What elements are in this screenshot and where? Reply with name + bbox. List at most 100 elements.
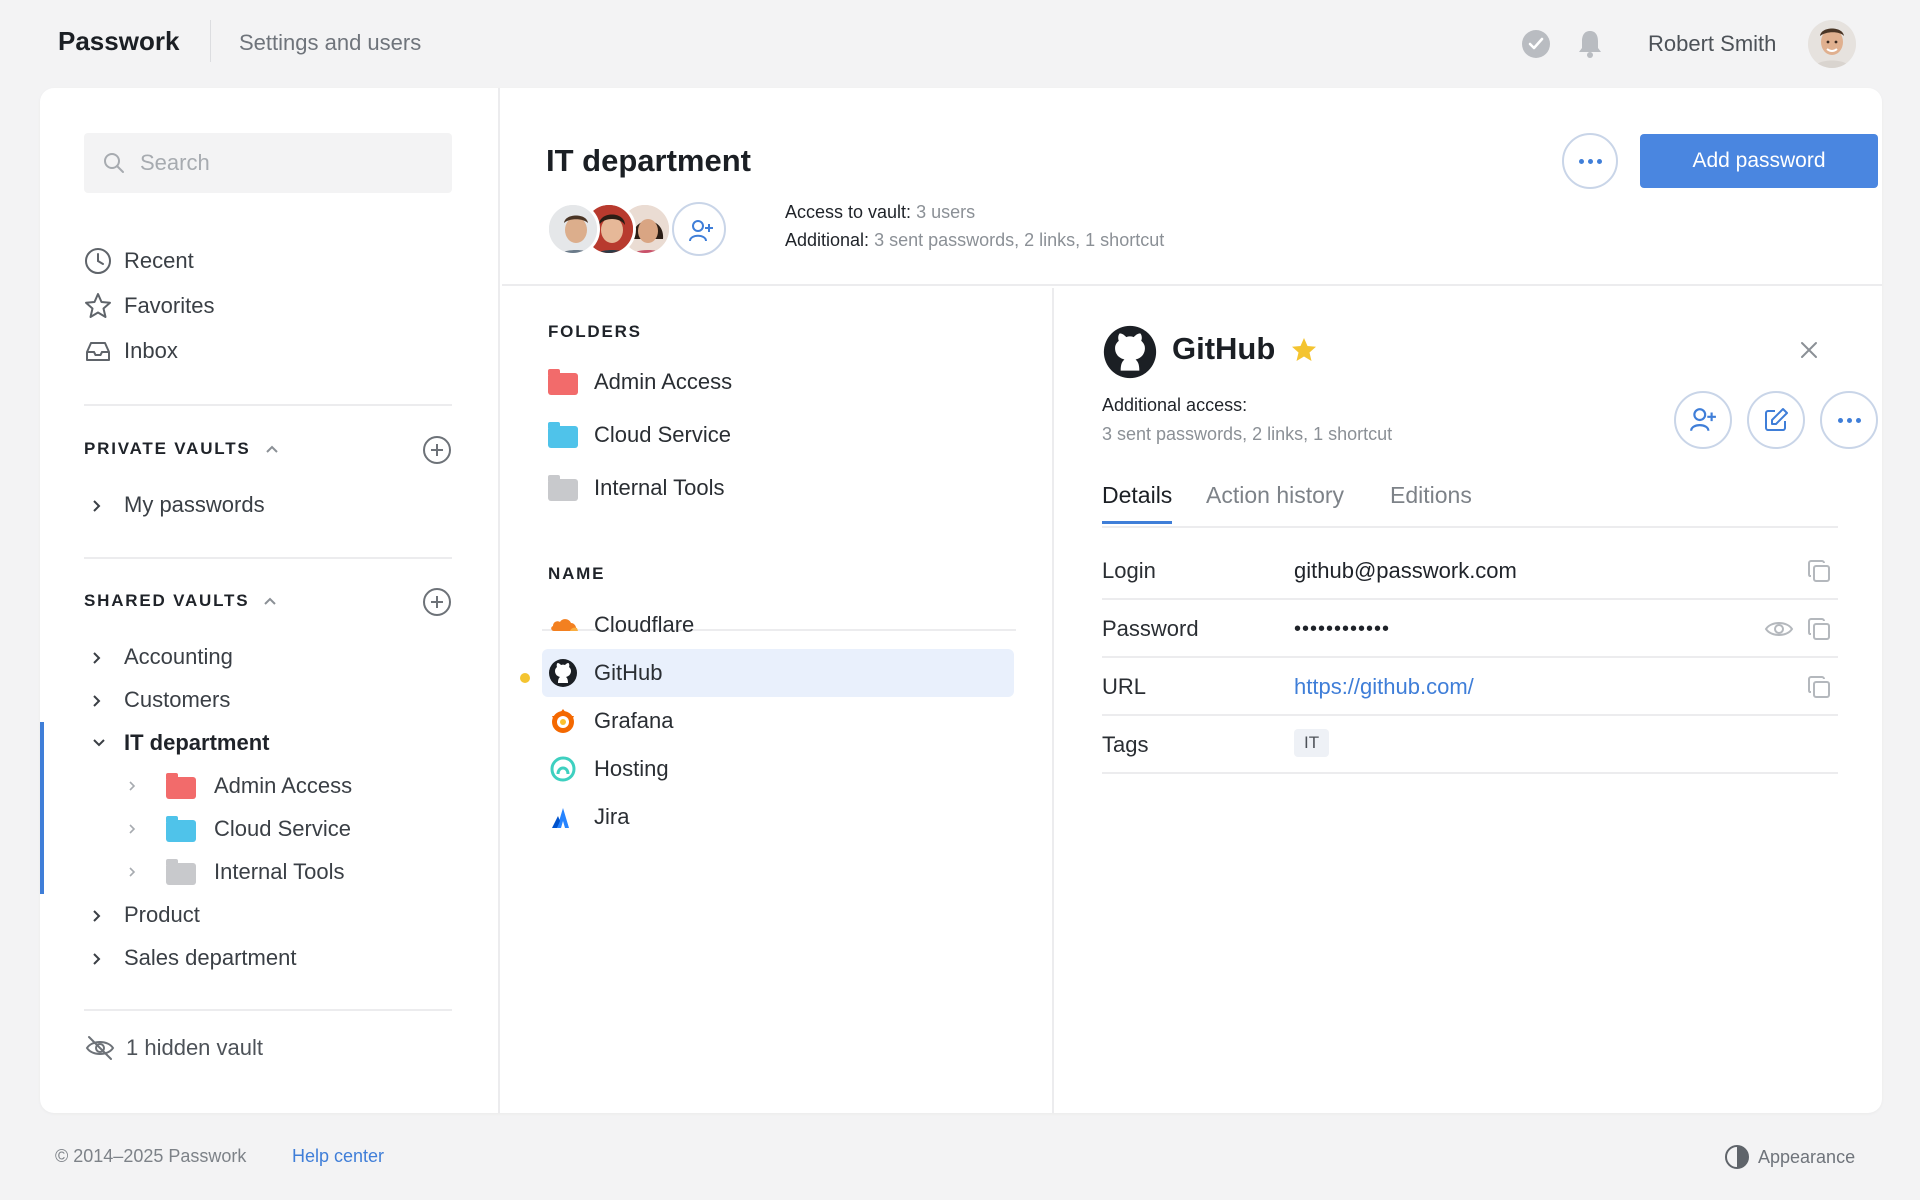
sidebar-divider [84,557,452,559]
appearance-toggle[interactable]: Appearance [1724,1144,1855,1170]
more-dots-icon [1837,417,1861,423]
folder-cloud-service[interactable]: Cloud Service [128,812,428,846]
access-value[interactable]: 3 users [916,202,975,222]
list-item-label: Hosting [594,756,669,781]
share-item-button[interactable] [1674,391,1732,449]
edit-item-button[interactable] [1747,391,1805,449]
list-folder-internal-tools[interactable]: Internal Tools [542,464,1014,512]
chevron-right-icon [93,652,101,664]
folder-icon [166,816,196,842]
vault-accounting[interactable]: Accounting [92,640,392,674]
tab-action-history[interactable]: Action history [1206,482,1344,521]
bell-icon[interactable] [1576,28,1604,60]
tab-details[interactable]: Details [1102,482,1173,524]
nav-favorites[interactable]: Favorites [84,289,214,323]
list-item-jira[interactable]: Jira [542,793,1014,841]
login-label: Login [1102,558,1156,583]
vault-more-button[interactable] [1562,133,1618,189]
search-box[interactable] [84,133,452,193]
vault-sales-department-label: Sales department [124,945,297,970]
add-private-vault-button[interactable] [423,436,451,464]
eye-off-icon [85,1036,115,1060]
nav-inbox[interactable]: Inbox [84,334,178,368]
item-more-button[interactable] [1820,391,1878,449]
vault-customers[interactable]: Customers [92,683,392,717]
list-item-hosting[interactable]: Hosting [542,745,1014,793]
inbox-icon [86,342,110,361]
folder-icon [548,369,578,395]
user-name[interactable]: Robert Smith [1648,31,1776,57]
folder-icon [548,422,578,448]
list-item-label: Jira [594,804,630,829]
copy-icon[interactable] [1806,558,1832,584]
settings-and-users-link[interactable]: Settings and users [239,30,421,56]
brand-logo[interactable]: Passwork [58,26,179,57]
copy-icon[interactable] [1806,616,1832,642]
chevron-right-icon [93,500,101,512]
private-vaults-heading[interactable]: PRIVATE VAULTS [84,439,279,459]
sidebar-divider [84,404,452,406]
vault-header: IT department Access to vault: 3 users A… [502,88,1882,286]
shared-vaults-title: SHARED VAULTS [84,591,250,610]
additional-access-label: Additional access: [1102,395,1248,415]
user-avatar[interactable] [1808,20,1856,68]
folder-icon [548,475,578,501]
chevron-up-icon [265,445,278,453]
avatar[interactable] [546,202,600,256]
vault-sales-department[interactable]: Sales department [92,941,392,975]
list-item-github[interactable]: GitHub [542,649,1014,697]
nav-recent[interactable]: Recent [84,244,194,278]
search-input[interactable] [140,147,430,179]
field-password: Password •••••••••••• [1102,600,1838,658]
vault-product[interactable]: Product [92,898,392,932]
url-link[interactable]: https://github.com/ [1294,674,1474,700]
additional-value[interactable]: 3 sent passwords, 2 links, 1 shortcut [874,230,1164,250]
help-center-link[interactable]: Help center [292,1146,384,1167]
login-value[interactable]: github@passwork.com [1294,558,1517,584]
folders-heading: FOLDERS [548,322,642,341]
list-item-label: Cloudflare [594,612,695,637]
folder-admin-access-label: Admin Access [214,773,353,798]
sidebar: Recent Favorites Inbox PRIVATE VAULTS My… [40,88,500,1113]
password-value[interactable]: •••••••••••• [1294,618,1390,641]
tag-badge[interactable]: IT [1294,729,1330,757]
favorite-dot-indicator [520,673,530,683]
list-folder-label: Internal Tools [594,475,725,500]
favorite-star-icon[interactable] [1290,336,1318,364]
chevron-right-icon [93,695,101,707]
topbar-divider [210,20,211,62]
add-shared-vault-button[interactable] [423,588,451,616]
nav-inbox-label: Inbox [124,338,178,363]
shared-vaults-heading[interactable]: SHARED VAULTS [84,591,277,611]
chevron-right-icon [129,781,136,791]
vault-members[interactable] [546,202,676,258]
tab-editions[interactable]: Editions [1390,482,1472,521]
main-card: Recent Favorites Inbox PRIVATE VAULTS My… [40,88,1882,1113]
list-item-grafana[interactable]: Grafana [542,697,1014,745]
folder-internal-tools[interactable]: Internal Tools [128,855,428,889]
list-folder-admin-access[interactable]: Admin Access [542,358,1014,406]
hidden-vault-toggle[interactable]: 1 hidden vault [84,1034,263,1062]
list-folder-cloud-service[interactable]: Cloud Service [542,411,1014,459]
grafana-icon [552,709,574,733]
additional-label: Additional: [785,230,870,250]
vault-title: IT department [546,143,751,178]
item-detail-panel: GitHub Additional access: 3 sent passwor… [1056,288,1882,1113]
check-status-icon[interactable] [1522,30,1550,58]
contrast-icon [1725,1145,1749,1169]
add-password-button[interactable]: Add password [1640,134,1878,188]
close-icon[interactable] [1799,340,1819,360]
eye-icon[interactable] [1764,619,1794,639]
list-folder-label: Cloud Service [594,422,731,447]
hidden-vault-label: 1 hidden vault [126,1035,263,1060]
additional-access-value[interactable]: 3 sent passwords, 2 links, 1 shortcut [1102,424,1392,445]
github-logo-icon [1103,325,1157,379]
item-title: GitHub [1172,331,1276,366]
add-member-button[interactable] [672,202,726,256]
vault-my-passwords[interactable]: My passwords [92,488,392,522]
list-item-cloudflare[interactable]: Cloudflare [542,601,1014,649]
vault-it-department[interactable]: IT department [92,726,392,760]
access-label: Access to vault: [785,202,912,222]
folder-admin-access[interactable]: Admin Access [128,769,428,803]
copy-icon[interactable] [1806,674,1832,700]
